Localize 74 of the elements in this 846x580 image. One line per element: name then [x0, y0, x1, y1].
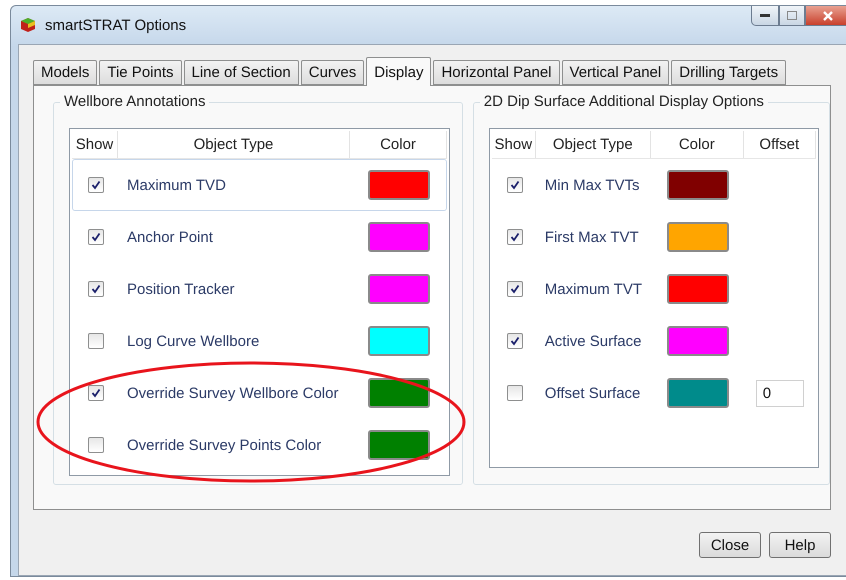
maximize-button[interactable] — [779, 6, 805, 26]
object-type-label: Offset Surface — [544, 384, 642, 402]
checkbox[interactable] — [506, 177, 523, 193]
table-row[interactable]: Position Tracker — [72, 263, 447, 315]
close-button[interactable] — [805, 6, 846, 26]
checkbox[interactable] — [88, 177, 104, 193]
checkmark-icon — [91, 232, 101, 242]
object-type-label: First Max TVT — [544, 228, 640, 246]
checkmark-icon — [510, 232, 520, 242]
minimize-icon — [760, 14, 770, 18]
checkbox[interactable] — [506, 333, 523, 349]
color-swatch[interactable] — [368, 222, 430, 252]
checkmark-icon — [91, 284, 101, 294]
object-type-label: Log Curve Wellbore — [126, 332, 260, 350]
checkbox[interactable] — [88, 437, 104, 453]
column-header: Show — [492, 131, 536, 158]
object-type-label: Maximum TVD — [126, 176, 227, 194]
object-type-label: Min Max TVTs — [544, 176, 641, 194]
tab[interactable]: Horizontal Panel — [433, 60, 560, 85]
color-swatch[interactable] — [667, 222, 730, 252]
color-swatch[interactable] — [368, 378, 430, 408]
object-type-label: Active Surface — [544, 332, 642, 350]
window-title: smartSTRAT Options — [45, 16, 186, 34]
object-type-label: Anchor Point — [126, 228, 214, 246]
group-title: 2D Dip Surface Additional Display Options — [480, 93, 768, 110]
column-header: Object Type — [536, 131, 651, 158]
checkbox[interactable] — [88, 333, 104, 349]
tab[interactable]: Vertical Panel — [562, 60, 670, 85]
object-type-label: Maximum TVT — [544, 280, 644, 298]
color-swatch[interactable] — [368, 170, 430, 200]
object-type-label: Override Survey Points Color — [126, 436, 322, 454]
color-swatch[interactable] — [368, 274, 430, 304]
column-header: Show — [72, 131, 118, 158]
color-swatch[interactable] — [667, 378, 730, 408]
color-swatch[interactable] — [667, 326, 730, 356]
tab[interactable]: Display — [366, 57, 432, 86]
table-row[interactable]: Maximum TVD — [72, 159, 447, 211]
tab[interactable]: Curves — [300, 60, 364, 85]
minimize-button[interactable] — [751, 6, 779, 26]
column-header: Color — [650, 131, 744, 158]
checkmark-icon — [510, 180, 520, 190]
checkmark-icon — [510, 284, 520, 294]
column-header: Color — [350, 131, 447, 158]
checkmark-icon — [510, 336, 520, 346]
checkbox[interactable] — [506, 385, 523, 401]
tab[interactable]: Line of Section — [184, 60, 299, 85]
color-swatch[interactable] — [667, 274, 730, 304]
table-row[interactable]: Override Survey Points Color — [72, 419, 447, 471]
checkmark-icon — [91, 388, 101, 398]
help-button[interactable]: Help — [769, 532, 831, 558]
tab[interactable]: Tie Points — [99, 60, 182, 85]
object-type-label: Position Tracker — [126, 280, 236, 298]
checkbox[interactable] — [88, 229, 104, 245]
checkbox[interactable] — [506, 229, 523, 245]
column-header: Offset — [744, 131, 816, 158]
tab[interactable]: Drilling Targets — [671, 60, 786, 85]
app-logo-icon — [19, 16, 37, 34]
checkmark-icon — [91, 180, 101, 190]
close-icon — [822, 10, 834, 22]
checkbox[interactable] — [88, 281, 104, 297]
checkbox[interactable] — [506, 281, 523, 297]
table-row[interactable]: Override Survey Wellbore Color — [72, 367, 447, 419]
color-swatch[interactable] — [667, 170, 730, 200]
color-swatch[interactable] — [368, 430, 430, 460]
color-swatch[interactable] — [368, 326, 430, 356]
tab[interactable]: Models — [33, 60, 98, 85]
table-row[interactable]: Anchor Point — [72, 211, 447, 263]
column-header: Object Type — [118, 131, 350, 158]
checkbox[interactable] — [88, 385, 104, 401]
maximize-icon — [787, 11, 797, 20]
offset-field[interactable]: 0 — [756, 380, 804, 406]
table-row[interactable]: Log Curve Wellbore — [72, 315, 447, 367]
close-dialog-button[interactable]: Close — [699, 532, 761, 558]
object-type-label: Override Survey Wellbore Color — [126, 384, 340, 402]
